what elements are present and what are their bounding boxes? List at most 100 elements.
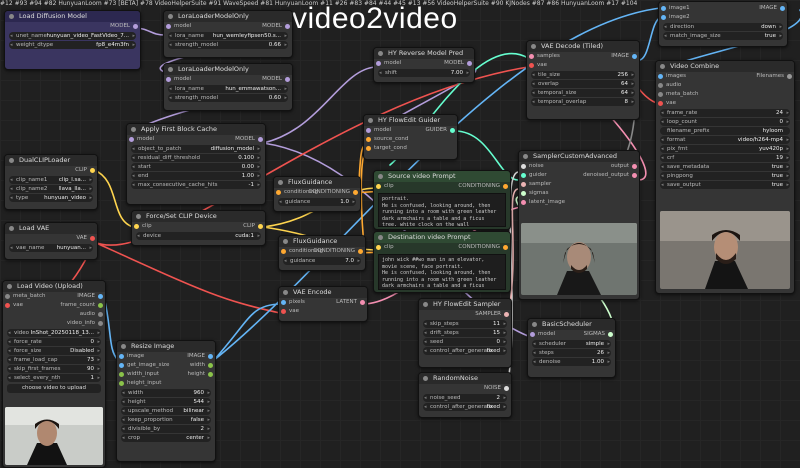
widget-steps[interactable]: steps26 [532, 349, 611, 357]
widget-max-consecutive-cache-hits[interactable]: max_consecutive_cache_hits-1 [131, 181, 261, 189]
source-prompt-text[interactable]: portrait. He is confused, looking around… [378, 193, 506, 227]
node-hy-reverse-model-pred[interactable]: HY Reverse Model Pred modelMODEL shift7.… [373, 47, 475, 83]
model-port[interactable] [258, 137, 263, 142]
node-load-diffusion-model[interactable]: Load Diffusion Model MODEL unet_namehuny… [4, 10, 141, 70]
node-hy-flowedit-guider[interactable]: HY FlowEdit Guider model GUIDER source_co… [363, 114, 458, 160]
model-port[interactable] [166, 24, 171, 29]
latent-port[interactable] [632, 164, 637, 169]
widget-end[interactable]: end1.00 [131, 172, 261, 180]
sigmas-port[interactable] [521, 191, 526, 196]
widget-loop-count[interactable]: loop_count0 [660, 118, 790, 126]
node-source-video-prompt[interactable]: Source video Prompt clip CONDITIONING por… [373, 170, 511, 230]
clip-port[interactable] [90, 168, 95, 173]
node-flux-guidance-1[interactable]: FluxGuidance conditioningCONDITIONING gu… [273, 176, 361, 212]
video-preview-output[interactable] [660, 211, 790, 289]
widget-unet-name[interactable]: unet_namehunyuan_video_FastVideo_7... [9, 32, 136, 40]
widget-control-after-generate[interactable]: control_after_generatefixed [423, 403, 507, 411]
destination-prompt-text[interactable]: john wick ##wo man in an elevator, movie… [378, 254, 506, 290]
widget-divisible-by[interactable]: divisible_by2 [121, 425, 211, 433]
widget-strength-model[interactable]: strength_model0.60 [168, 94, 288, 102]
sampler-port[interactable] [521, 182, 526, 187]
widget-force-size[interactable]: force_sizeDisabled [7, 347, 101, 355]
node-image-concat[interactable]: image1IMAGE image2 directiondown match_i… [658, 1, 788, 47]
widget-drift-steps[interactable]: drift_steps15 [423, 329, 507, 337]
int-port[interactable] [208, 372, 213, 377]
clip-port[interactable] [376, 245, 381, 250]
node-title[interactable]: Load Diffusion Model [5, 11, 140, 22]
conditioning-port[interactable] [358, 249, 363, 254]
widget-tile-size[interactable]: tile_size256 [531, 71, 635, 79]
widget-shift[interactable]: shift7.00 [378, 69, 470, 77]
node-title[interactable]: Video Combine [656, 61, 794, 72]
conditioning-port[interactable] [281, 249, 286, 254]
widget-device[interactable]: devicecuda:1 [136, 232, 261, 240]
widget-select-every-nth[interactable]: select_every_nth1 [7, 374, 101, 382]
widget-force-rate[interactable]: force_rate0 [7, 338, 101, 346]
widget-lora-name[interactable]: lora_namehun_emmawatson... [168, 85, 288, 93]
conditioning-port[interactable] [503, 245, 508, 250]
model-port[interactable] [285, 77, 290, 82]
widget-height[interactable]: height544 [121, 398, 211, 406]
node-force-clip-device[interactable]: Force/Set CLIP Device clipCLIP devicecud… [131, 210, 266, 246]
image-port[interactable] [632, 54, 637, 59]
int-port[interactable] [119, 381, 124, 386]
widget-scheduler[interactable]: schedulersimple [532, 340, 611, 348]
node-title[interactable]: Load Video (Upload) [3, 281, 105, 292]
node-title[interactable]: BasicScheduler [528, 319, 615, 330]
latent-port[interactable] [521, 200, 526, 205]
node-graph-canvas[interactable]: video2video Load Diffusion Model MODEL u… [0, 0, 800, 468]
node-title[interactable]: FluxGuidance [274, 177, 360, 188]
node-title[interactable]: SamplerCustomAdvanced [519, 151, 639, 162]
widget-keep-proportion[interactable]: keep_proportionfalse [121, 416, 211, 424]
node-apply-first-block-cache[interactable]: Apply First Block Cache modelMODEL objec… [126, 123, 266, 205]
node-title[interactable]: Destination video Prompt [374, 232, 510, 243]
widget-overlap[interactable]: overlap64 [531, 80, 635, 88]
node-hy-flowedit-sampler[interactable]: HY FlowEdit Sampler SAMPLER skip_steps11… [418, 298, 512, 368]
widget-strength-model[interactable]: strength_model0.66 [168, 41, 288, 49]
widget-clip-name2[interactable]: clip_name2llava_lla... [9, 185, 93, 193]
video-info-port[interactable] [98, 321, 103, 326]
node-random-noise[interactable]: RandomNoise NOISE noise_seed2 control_af… [418, 372, 512, 418]
widget-save-output[interactable]: save_outputtrue [660, 181, 790, 189]
node-lora-loader-1[interactable]: LoraLoaderModelOnly modelMODEL lora_name… [163, 10, 293, 58]
node-title[interactable]: DualCLIPLoader [5, 155, 97, 166]
image-port[interactable] [780, 6, 785, 11]
audio-port[interactable] [658, 83, 663, 88]
widget-video[interactable]: videoInShot_20250118_13... [7, 329, 101, 337]
meta-batch-port[interactable] [658, 92, 663, 97]
node-title[interactable]: LoraLoaderModelOnly [164, 11, 292, 22]
widget-skip-first-frames[interactable]: skip_first_frames90 [7, 365, 101, 373]
image-port[interactable] [661, 15, 666, 20]
node-title[interactable]: Force/Set CLIP Device [132, 211, 265, 222]
clip-port[interactable] [258, 224, 263, 229]
widget-frame-rate[interactable]: frame_rate24 [660, 109, 790, 117]
latent-port[interactable] [360, 300, 365, 305]
vae-port[interactable] [90, 236, 95, 241]
widget-frame-load-cap[interactable]: frame_load_cap73 [7, 356, 101, 364]
widget-noise-seed[interactable]: noise_seed2 [423, 394, 507, 402]
input-video-preview[interactable] [5, 407, 103, 465]
node-title[interactable]: RandomNoise [419, 373, 511, 384]
node-title[interactable]: Resize Image [117, 341, 215, 352]
vae-port[interactable] [529, 63, 534, 68]
vae-port[interactable] [5, 303, 10, 308]
widget-crop[interactable]: cropcenter [121, 434, 211, 442]
conditioning-port[interactable] [276, 190, 281, 195]
widget-upscale-method[interactable]: upscale_methodbilinear [121, 407, 211, 415]
node-title[interactable]: Source video Prompt [374, 171, 510, 182]
conditioning-port[interactable] [366, 146, 371, 151]
widget-seed[interactable]: seed0 [423, 338, 507, 346]
node-title[interactable]: VAE Encode [279, 287, 367, 298]
int-port[interactable] [119, 372, 124, 377]
clip-port[interactable] [376, 184, 381, 189]
vae-port[interactable] [281, 309, 286, 314]
widget-type[interactable]: typehunyuan_video [9, 194, 93, 202]
widget-guidance[interactable]: guidance1.0 [278, 198, 356, 206]
node-sampler-custom-advanced[interactable]: SamplerCustomAdvanced noise output guider… [518, 150, 640, 300]
latent-port[interactable] [632, 173, 637, 178]
widget-width[interactable]: width960 [121, 389, 211, 397]
guider-port[interactable] [521, 173, 526, 178]
image-port[interactable] [661, 6, 666, 11]
widget-denoise[interactable]: denoise1.00 [532, 358, 611, 366]
node-dual-clip-loader[interactable]: DualCLIPLoader CLIP clip_name1clip_l.sa.… [4, 154, 98, 210]
